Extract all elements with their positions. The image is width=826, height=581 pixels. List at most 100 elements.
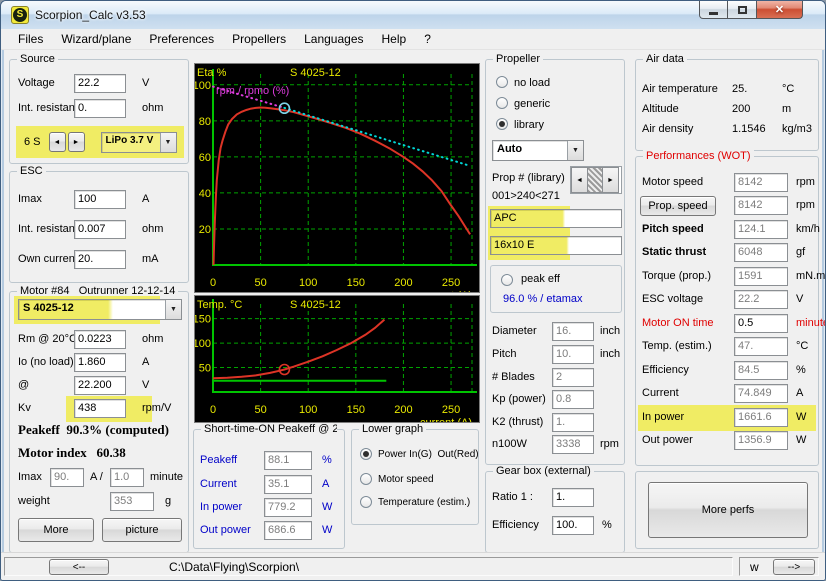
motor-kv-input[interactable]: 438 — [74, 399, 126, 418]
prop-auto-value: Auto — [497, 143, 523, 155]
st-out-power-label: Out power — [200, 524, 251, 536]
motor-model-dropdown[interactable]: S 4025-12 ▼ — [18, 299, 182, 320]
more-perfs-button[interactable]: More perfs — [648, 482, 808, 538]
motor-on-time-label: Motor ON time — [642, 317, 714, 329]
prop-speed-button[interactable]: Prop. speed — [640, 196, 716, 216]
gear-eff-unit: % — [602, 519, 612, 531]
esc-voltage-label: ESC voltage — [642, 293, 704, 305]
chart-y-label: Temp. °C — [197, 299, 242, 311]
efficiency-unit: % — [796, 364, 806, 376]
int-resistance-input[interactable]: 0. — [74, 99, 126, 118]
scroll-left-button[interactable]: ◄ — [571, 167, 588, 193]
scroll-right-button[interactable]: ► — [602, 167, 619, 193]
propeller-group: Propeller no load generic library Auto ▼… — [485, 53, 625, 465]
motor-at-label: @ — [18, 379, 30, 391]
current-unit: A — [796, 387, 804, 399]
esc-imax-input[interactable]: 100 — [74, 190, 126, 209]
prop-k2-label: K2 (thrust) — [492, 416, 544, 428]
picture-button[interactable]: picture — [102, 518, 182, 542]
peak-eff-label: peak eff — [521, 273, 560, 285]
torque-unit: mN.m — [796, 270, 826, 282]
status-unit-panel: w --> — [739, 557, 819, 576]
prop-blades-label: # Blades — [492, 371, 535, 383]
pitch-speed-unit: km/h — [796, 223, 820, 235]
esc-own-current-input[interactable]: 20. — [74, 250, 126, 269]
voltage-input[interactable]: 22.2 — [74, 74, 126, 93]
forward-button[interactable]: --> — [773, 559, 815, 575]
prop-speed-unit: rpm — [796, 199, 815, 211]
eta-vs-current-svg: 20 40 60 80 100 0 50 100 150 200 250 Eta % S 4025-12… — [193, 67, 477, 302]
radio-motor-speed[interactable] — [360, 473, 372, 485]
more-button[interactable]: More — [18, 518, 94, 542]
motor-weight-label: weight — [18, 495, 50, 507]
prop-pitch-unit: inch — [600, 348, 621, 360]
chart-title: S 4025-12 — [290, 299, 341, 311]
radio-temperature[interactable] — [360, 496, 372, 508]
st-in-power-unit: W — [322, 501, 333, 513]
y-tick-label: 150 — [195, 314, 211, 326]
motor-imax-value: 90. — [50, 468, 84, 487]
air-temp-value: 25. — [732, 83, 748, 95]
esc-voltage-unit: V — [796, 293, 804, 305]
motor-on-time-input[interactable]: 0.5 — [734, 314, 788, 333]
static-thrust-unit: gf — [796, 246, 806, 258]
radio-generic[interactable] — [496, 97, 508, 109]
air-temp-label: Air temperature — [642, 83, 718, 95]
st-in-power-label: In power — [200, 501, 243, 513]
battery-type-dropdown[interactable]: LiPo 3.7 V ▼ — [100, 131, 177, 153]
radio-temperature-label: Temperature (estim.) — [378, 497, 471, 508]
status-bar: <-- C:\Data\Flying\Scorpion\ w --> — [1, 552, 825, 580]
radio-library[interactable] — [496, 118, 508, 130]
motor-rm-label: Rm @ 20°C — [18, 333, 77, 345]
scroll-thumb[interactable] — [588, 167, 602, 193]
prop-size-input[interactable]: 16x10 E — [490, 236, 622, 255]
x-tick-label: 150 — [347, 277, 365, 289]
cells-increment-button[interactable]: ► — [67, 132, 85, 152]
prop-diameter-unit: inch — [600, 325, 621, 337]
air-density-unit: kg/m3 — [782, 123, 812, 135]
power-unit-label: w — [750, 560, 759, 574]
efficiency-label: Efficiency — [642, 364, 689, 376]
chart-y-label: Eta % — [197, 67, 227, 79]
temp-vs-current-svg: 50 100 150 0 50 100 150 200 250 Temp. °C S 4025-12… — [193, 299, 477, 429]
prop-n100w-unit: rpm — [600, 438, 619, 450]
air-data-group-title: Air data — [643, 53, 687, 65]
source-group-title: Source — [17, 53, 58, 65]
st-peakeff-value: 88.1 — [264, 451, 312, 470]
x-tick-label: 100 — [299, 277, 317, 289]
radio-power-in-out[interactable] — [360, 448, 372, 460]
current-value: 74.849 — [734, 384, 788, 403]
temp-estim-unit: °C — [796, 340, 809, 352]
motor-io-input[interactable]: 1.860 — [74, 353, 126, 372]
voltage-label: Voltage — [18, 77, 55, 89]
motor-imax-unit: minute — [150, 471, 184, 483]
motor-at-voltage-input[interactable]: 22.200 — [74, 376, 126, 395]
y-tick-label: 50 — [199, 363, 211, 375]
motor-rm-input[interactable]: 0.0223 — [74, 330, 126, 349]
altitude-unit: m — [782, 103, 792, 115]
temp-chart: 50 100 150 0 50 100 150 200 250 Temp. °C S 4025-12… — [193, 295, 480, 429]
radio-peak-eff[interactable] — [501, 274, 513, 286]
performances-group-title: Performances (WOT) — [643, 150, 754, 162]
esc-resistance-input[interactable]: 0.007 — [74, 220, 126, 239]
back-button[interactable]: <-- — [49, 559, 109, 575]
motor-rm-unit: ohm — [142, 333, 164, 345]
prop-blades-value: 2 — [552, 368, 594, 387]
right-arrow-icon: ► — [607, 176, 614, 184]
prop-auto-dropdown[interactable]: Auto ▼ — [492, 140, 584, 161]
x-tick-label: 100 — [299, 404, 317, 416]
radio-no-load-label: no load — [514, 77, 551, 89]
gear-eff-input[interactable]: 100. — [552, 516, 594, 535]
gear-ratio-input[interactable]: 1. — [552, 488, 594, 507]
x-tick-label: 200 — [394, 277, 412, 289]
chevron-down-icon: ▼ — [159, 132, 176, 152]
x-tick-label: 250 — [442, 277, 460, 289]
performances-group: Performances (WOT) Motor speed 8142 rpm … — [635, 150, 825, 466]
lower-graph-group: Lower graph Power In(G) Out(Red) Motor s… — [351, 423, 479, 525]
radio-no-load[interactable] — [496, 76, 508, 88]
prop-brand-input[interactable]: APC — [490, 209, 622, 228]
static-thrust-value: 6048 — [734, 243, 788, 262]
esc-group: ESC Imax 100 A Int. resistance 0.007 ohm… — [9, 165, 189, 283]
cells-decrement-button[interactable]: ◄ — [48, 132, 66, 152]
motor-kv-unit: rpm/V — [142, 402, 172, 414]
